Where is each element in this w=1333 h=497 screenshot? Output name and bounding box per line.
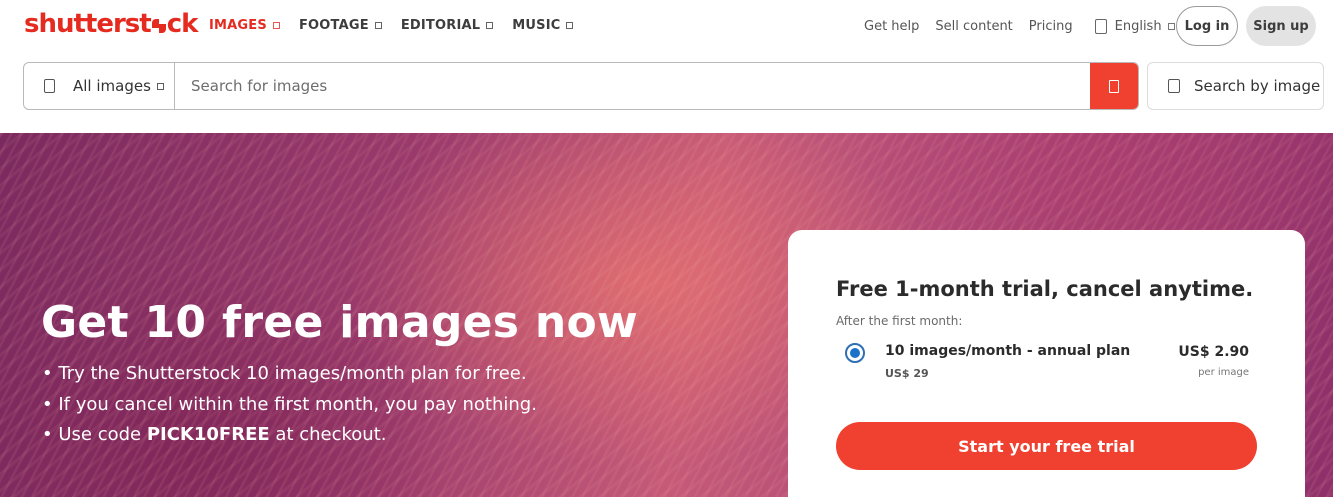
caret-down-icon bbox=[566, 22, 574, 29]
nav-images-label: IMAGES bbox=[209, 18, 267, 33]
logo-o-mark-icon bbox=[151, 19, 166, 33]
image-icon bbox=[44, 79, 55, 93]
caret-down-icon bbox=[486, 22, 494, 29]
shutterstock-logo[interactable]: shutterst ck bbox=[24, 9, 199, 39]
signup-button[interactable]: Sign up bbox=[1246, 6, 1316, 46]
search-input[interactable] bbox=[175, 63, 1090, 109]
globe-icon bbox=[1094, 19, 1107, 34]
bullet-3-suffix: at checkout. bbox=[269, 424, 387, 445]
promo-code: PICK10FREE bbox=[146, 424, 270, 445]
search-icon bbox=[1109, 79, 1119, 93]
nav-editorial[interactable]: EDITORIAL bbox=[400, 18, 494, 33]
caret-down-icon bbox=[156, 82, 164, 90]
nav-images[interactable]: IMAGES bbox=[209, 18, 280, 33]
plan-per-image-price: US$ 2.90 bbox=[1178, 344, 1249, 360]
nav-footage-label: FOOTAGE bbox=[298, 18, 369, 33]
plan-total-price: US$ 29 bbox=[885, 367, 929, 380]
utility-nav: Get help Sell content Pricing English bbox=[864, 19, 1175, 34]
asset-type-dropdown[interactable]: All images bbox=[24, 63, 175, 109]
plan-radio-button[interactable] bbox=[845, 343, 865, 363]
asset-type-label: All images bbox=[73, 77, 151, 95]
plan-name[interactable]: 10 images/month - annual plan bbox=[885, 343, 1130, 359]
nav-music-label: MUSIC bbox=[512, 18, 561, 33]
hero-bullet-list: • Try the Shutterstock 10 images/month p… bbox=[42, 359, 537, 451]
main-nav: IMAGES FOOTAGE EDITORIAL MUSIC bbox=[209, 18, 592, 33]
language-label: English bbox=[1114, 19, 1162, 34]
search-by-image-button[interactable]: Search by image bbox=[1147, 62, 1324, 110]
nav-footage[interactable]: FOOTAGE bbox=[299, 18, 382, 33]
search-button[interactable] bbox=[1090, 63, 1138, 109]
caret-down-icon bbox=[374, 22, 382, 29]
trial-offer-card: Free 1-month trial, cancel anytime. Afte… bbox=[788, 230, 1305, 497]
hero-bullet-1: • Try the Shutterstock 10 images/month p… bbox=[42, 363, 527, 384]
trial-card-subtitle: After the first month: bbox=[836, 314, 963, 328]
language-selector[interactable]: English bbox=[1094, 19, 1175, 34]
search-bar: All images bbox=[23, 62, 1139, 110]
logo-text-start: shutterst bbox=[24, 9, 152, 39]
plan-price-unit: per image bbox=[1198, 367, 1249, 378]
trial-card-title: Free 1-month trial, cancel anytime. bbox=[836, 277, 1254, 301]
hero-title: Get 10 free images now bbox=[41, 297, 638, 348]
get-help-link[interactable]: Get help bbox=[864, 19, 919, 34]
hero-banner: Get 10 free images now • Try the Shutter… bbox=[0, 133, 1333, 497]
hero-bullet-3: • Use code PICK10FREE at checkout. bbox=[42, 420, 537, 451]
pricing-link[interactable]: Pricing bbox=[1029, 19, 1073, 34]
bullet-3-prefix: • Use code bbox=[42, 424, 147, 445]
nav-music[interactable]: MUSIC bbox=[512, 18, 574, 33]
search-by-image-label: Search by image bbox=[1194, 77, 1321, 95]
camera-icon bbox=[1168, 79, 1180, 93]
radio-selected-dot bbox=[850, 348, 860, 358]
logo-text-end: ck bbox=[166, 9, 199, 39]
top-header: shutterst ck IMAGES FOOTAGE EDITORIAL MUS… bbox=[0, 0, 1333, 54]
sell-content-link[interactable]: Sell content bbox=[935, 19, 1012, 34]
hero-bullet-2: • If you cancel within the first month, … bbox=[42, 393, 537, 415]
caret-down-icon bbox=[1167, 23, 1175, 30]
caret-down-icon bbox=[272, 22, 280, 29]
login-button[interactable]: Log in bbox=[1176, 6, 1238, 46]
start-free-trial-button[interactable]: Start your free trial bbox=[836, 422, 1257, 470]
nav-editorial-label: EDITORIAL bbox=[400, 18, 481, 33]
